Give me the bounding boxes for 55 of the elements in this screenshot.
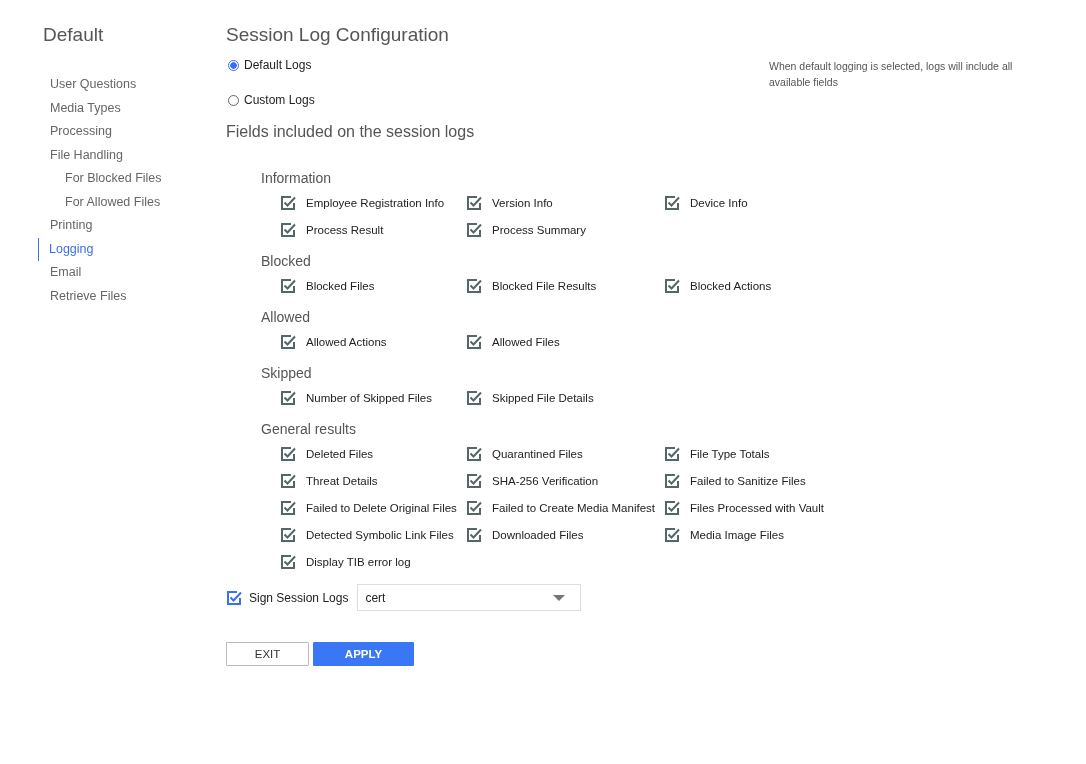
- checkbox-label: Failed to Create Media Manifest: [492, 502, 655, 514]
- checkbox-label: Blocked File Results: [492, 280, 597, 292]
- checkbox-label: Failed to Sanitize Files: [690, 475, 806, 487]
- group-heading: Blocked: [261, 252, 312, 270]
- checkbox-label: Number of Skipped Files: [306, 392, 432, 404]
- apply-button[interactable]: APPLY: [313, 642, 414, 666]
- info-note: When default logging is selected, logs will include all available fields: [769, 59, 1014, 90]
- sidebar-item[interactable]: Retrieve Files: [38, 284, 127, 308]
- radio-option[interactable]: Default Logs: [226, 56, 312, 74]
- group-heading: Information: [261, 169, 333, 187]
- checkbox-label: Detected Symbolic Link Files: [306, 529, 454, 541]
- sidebar-item[interactable]: Processing: [38, 120, 112, 144]
- radio-icon[interactable]: [228, 59, 239, 71]
- section-heading: Fields included on the session logs: [226, 122, 476, 142]
- checkbox-label: SHA-256 Verification: [492, 475, 599, 487]
- radio-option[interactable]: Custom Logs: [226, 91, 315, 109]
- group-heading: Allowed: [261, 308, 312, 326]
- radio-label: Default Logs: [244, 58, 312, 72]
- checkbox-label: Version Info: [492, 197, 553, 209]
- checkbox-label: Deleted Files: [306, 448, 374, 460]
- checkbox-label: Allowed Files: [492, 336, 560, 348]
- exit-button[interactable]: EXIT: [226, 642, 309, 666]
- sidebar-item[interactable]: For Blocked Files: [38, 167, 162, 191]
- checkbox-label: Allowed Actions: [306, 336, 387, 348]
- sidebar-item[interactable]: Logging: [38, 237, 94, 261]
- checkbox-label: Blocked Files: [306, 280, 375, 292]
- checkbox-label: Process Summary: [492, 224, 586, 236]
- sidebar-item[interactable]: User Questions: [38, 73, 137, 97]
- sidebar-title: Default: [43, 24, 105, 46]
- group-heading: Skipped: [261, 364, 313, 382]
- checkbox-label: Quarantined Files: [492, 448, 583, 460]
- checkbox-label: Device Info: [690, 197, 748, 209]
- caret-icon: [553, 594, 566, 601]
- checkbox-label: Sign Session Logs: [249, 590, 349, 605]
- certificate-dropdown[interactable]: cert: [357, 584, 582, 611]
- sidebar-item[interactable]: For Allowed Files: [38, 190, 161, 214]
- page-title: Session Log Configuration: [226, 24, 449, 46]
- checkbox-label: Failed to Delete Original Files: [306, 502, 457, 514]
- checkbox-label: Downloaded Files: [492, 529, 584, 541]
- checkbox-label: Employee Registration Info: [306, 197, 445, 209]
- sidebar-item[interactable]: File Handling: [38, 143, 123, 167]
- radio-label: Custom Logs: [244, 93, 315, 107]
- checkbox-label: Threat Details: [306, 475, 378, 487]
- checkbox-label: Blocked Actions: [690, 280, 772, 292]
- checkbox-label: Files Processed with Vault: [690, 502, 824, 514]
- sidebar-item[interactable]: Media Types: [38, 96, 121, 120]
- checkbox-label: Process Result: [306, 224, 384, 236]
- sidebar-item[interactable]: Printing: [38, 214, 93, 238]
- sidebar-item[interactable]: Email: [38, 261, 82, 285]
- group-heading: General results: [261, 420, 357, 438]
- checkbox-label: Display TIB error log: [306, 556, 411, 568]
- checkbox-icon[interactable]: [226, 589, 242, 606]
- checkbox-label: Media Image Files: [690, 529, 784, 541]
- checkbox-label: Skipped File Details: [492, 392, 594, 404]
- checkbox-label: File Type Totals: [690, 448, 770, 460]
